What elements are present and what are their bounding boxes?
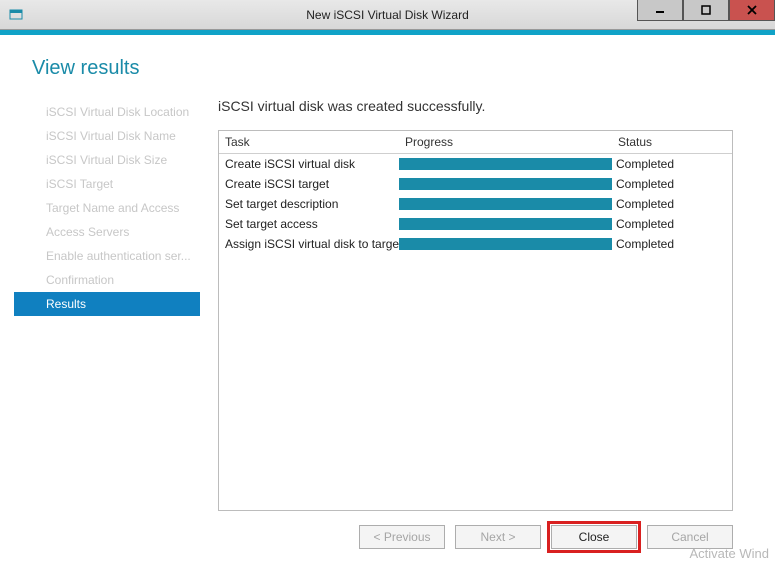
sidebar-step-0: iSCSI Virtual Disk Location: [32, 100, 200, 124]
progress-bar: [399, 158, 612, 170]
sidebar-step-2: iSCSI Virtual Disk Size: [32, 148, 200, 172]
sidebar-step-3: iSCSI Target: [32, 172, 200, 196]
window-close-button[interactable]: [729, 0, 775, 21]
status-cell: Completed: [612, 177, 732, 191]
wizard-buttons: < Previous Next > Close Cancel: [0, 511, 775, 567]
progress-cell: [399, 218, 612, 230]
progress-bar: [399, 218, 612, 230]
task-cell: Set target access: [219, 217, 399, 231]
close-button[interactable]: Close: [551, 525, 637, 549]
table-row: Create iSCSI target Completed: [219, 174, 732, 194]
sidebar-step-8[interactable]: Results: [14, 292, 200, 316]
window-title: New iSCSI Virtual Disk Wizard: [306, 8, 468, 22]
task-cell: Create iSCSI target: [219, 177, 399, 191]
sidebar-step-4: Target Name and Access: [32, 196, 200, 220]
status-cell: Completed: [612, 237, 732, 251]
sidebar-step-1: iSCSI Virtual Disk Name: [32, 124, 200, 148]
task-cell: Assign iSCSI virtual disk to target: [219, 237, 399, 251]
titlebar[interactable]: New iSCSI Virtual Disk Wizard: [0, 0, 775, 30]
progress-bar: [399, 198, 612, 210]
table-row: Assign iSCSI virtual disk to target Compl…: [219, 234, 732, 254]
col-header-progress[interactable]: Progress: [399, 131, 612, 153]
minimize-button[interactable]: [637, 0, 683, 21]
sidebar-step-5: Access Servers: [32, 220, 200, 244]
wizard-sidebar: iSCSI Virtual Disk LocationiSCSI Virtual…: [0, 98, 200, 511]
status-cell: Completed: [612, 157, 732, 171]
grid-header: Task Progress Status: [219, 131, 732, 154]
progress-bar: [399, 238, 612, 250]
page-heading: View results: [0, 35, 775, 98]
previous-button: < Previous: [359, 525, 445, 549]
progress-cell: [399, 238, 612, 250]
task-cell: Set target description: [219, 197, 399, 211]
window-controls: [637, 0, 775, 29]
results-grid: Task Progress Status Create iSCSI virtua…: [218, 130, 733, 511]
col-header-task[interactable]: Task: [219, 131, 399, 153]
progress-cell: [399, 158, 612, 170]
table-row: Create iSCSI virtual disk Completed: [219, 154, 732, 174]
cancel-button: Cancel: [647, 525, 733, 549]
main-panel: iSCSI virtual disk was created successfu…: [200, 98, 775, 511]
table-row: Set target access Completed: [219, 214, 732, 234]
progress-bar: [399, 178, 612, 190]
maximize-button[interactable]: [683, 0, 729, 21]
app-icon: [8, 7, 24, 23]
status-cell: Completed: [612, 197, 732, 211]
progress-cell: [399, 178, 612, 190]
task-cell: Create iSCSI virtual disk: [219, 157, 399, 171]
col-header-status[interactable]: Status: [612, 131, 732, 153]
status-cell: Completed: [612, 217, 732, 231]
result-message: iSCSI virtual disk was created successfu…: [218, 98, 733, 114]
next-button: Next >: [455, 525, 541, 549]
progress-cell: [399, 198, 612, 210]
table-row: Set target description Completed: [219, 194, 732, 214]
sidebar-step-7: Confirmation: [32, 268, 200, 292]
sidebar-step-6: Enable authentication ser...: [32, 244, 200, 268]
